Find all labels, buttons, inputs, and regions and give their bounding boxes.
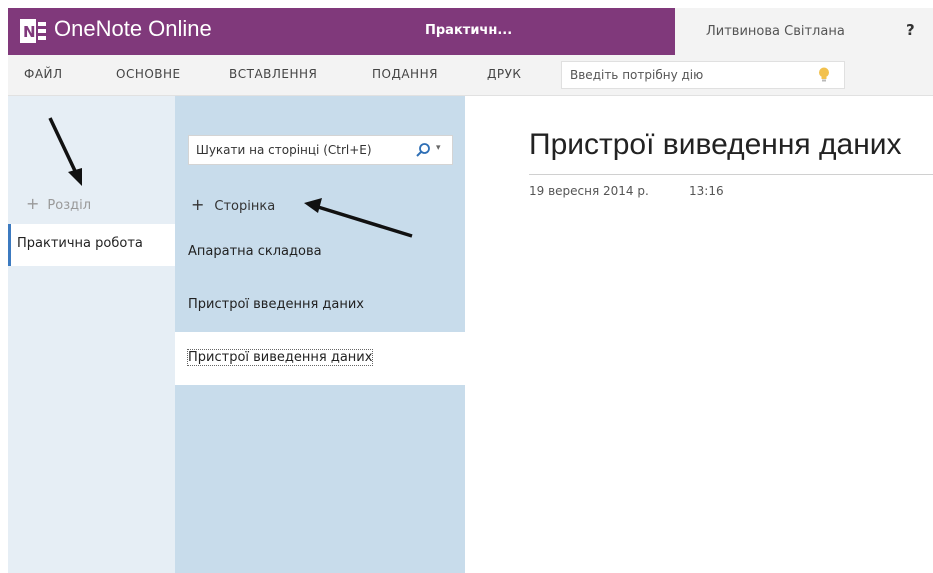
- add-section-label: Розділ: [47, 198, 92, 213]
- search-icon[interactable]: [415, 142, 431, 158]
- page-item-input-devices[interactable]: Пристрої введення даних: [175, 279, 465, 332]
- page-item-output-devices[interactable]: Пристрої виведення даних: [175, 332, 465, 385]
- tab-print[interactable]: ДРУК: [487, 67, 521, 81]
- page-item-label: Пристрої виведення даних: [186, 349, 374, 366]
- ribbon-tabs: ФАЙЛ ОСНОВНЕ ВСТАВЛЕННЯ ПОДАННЯ ДРУК Вве…: [8, 55, 933, 96]
- page-search-input[interactable]: Шукати на сторінці (Ctrl+E): [196, 143, 391, 157]
- app-name[interactable]: OneNote Online: [54, 16, 212, 42]
- user-name[interactable]: Литвинова Світлана: [706, 24, 845, 39]
- pages-pane: Шукати на сторінці (Ctrl+E) ▾ + Сторінка …: [175, 96, 465, 573]
- page-search-box[interactable]: Шукати на сторінці (Ctrl+E) ▾: [188, 135, 453, 165]
- onenote-window: N OneNote Online Практичн... Литвинова С…: [8, 8, 933, 573]
- tell-me-box[interactable]: Введіть потрібну дію: [561, 61, 845, 89]
- lightbulb-icon: [819, 67, 829, 82]
- page-item-hardware[interactable]: Апаратна складова: [175, 226, 465, 279]
- svg-text:N: N: [23, 23, 36, 41]
- title-divider: [529, 174, 933, 175]
- page-item-label: Апаратна складова: [188, 244, 322, 259]
- tab-file[interactable]: ФАЙЛ: [24, 67, 63, 81]
- onenote-logo-icon[interactable]: N: [20, 19, 46, 43]
- page-date: 19 вересня 2014 р.: [529, 184, 649, 198]
- search-options-caret-icon[interactable]: ▾: [436, 143, 441, 153]
- tab-home[interactable]: ОСНОВНЕ: [116, 67, 181, 81]
- page-time: 13:16: [689, 184, 724, 198]
- section-item-practical[interactable]: Практична робота: [8, 224, 175, 266]
- page-canvas[interactable]: Пристрої виведення даних 19 вересня 2014…: [465, 96, 933, 573]
- brand-bar: N OneNote Online Практичн...: [8, 8, 675, 55]
- add-page-button[interactable]: + Сторінка: [191, 195, 275, 214]
- sections-pane: + Розділ Практична робота: [8, 96, 175, 573]
- plus-icon: +: [26, 194, 40, 213]
- help-button[interactable]: ?: [906, 21, 915, 39]
- title-bar: N OneNote Online Практичн... Литвинова С…: [8, 8, 933, 55]
- section-item-label: Практична робота: [17, 236, 143, 251]
- add-page-label: Сторінка: [214, 199, 276, 214]
- notebook-title[interactable]: Практичн...: [425, 23, 512, 38]
- tab-insert[interactable]: ВСТАВЛЕННЯ: [229, 67, 317, 81]
- user-area: Литвинова Світлана ?: [675, 8, 933, 55]
- tell-me-input[interactable]: Введіть потрібну дію: [570, 68, 703, 82]
- page-title[interactable]: Пристрої виведення даних: [529, 128, 902, 162]
- page-item-label: Пристрої введення даних: [188, 297, 365, 312]
- plus-icon: +: [191, 195, 205, 214]
- tab-view[interactable]: ПОДАННЯ: [372, 67, 438, 81]
- add-section-button[interactable]: + Розділ: [26, 194, 91, 213]
